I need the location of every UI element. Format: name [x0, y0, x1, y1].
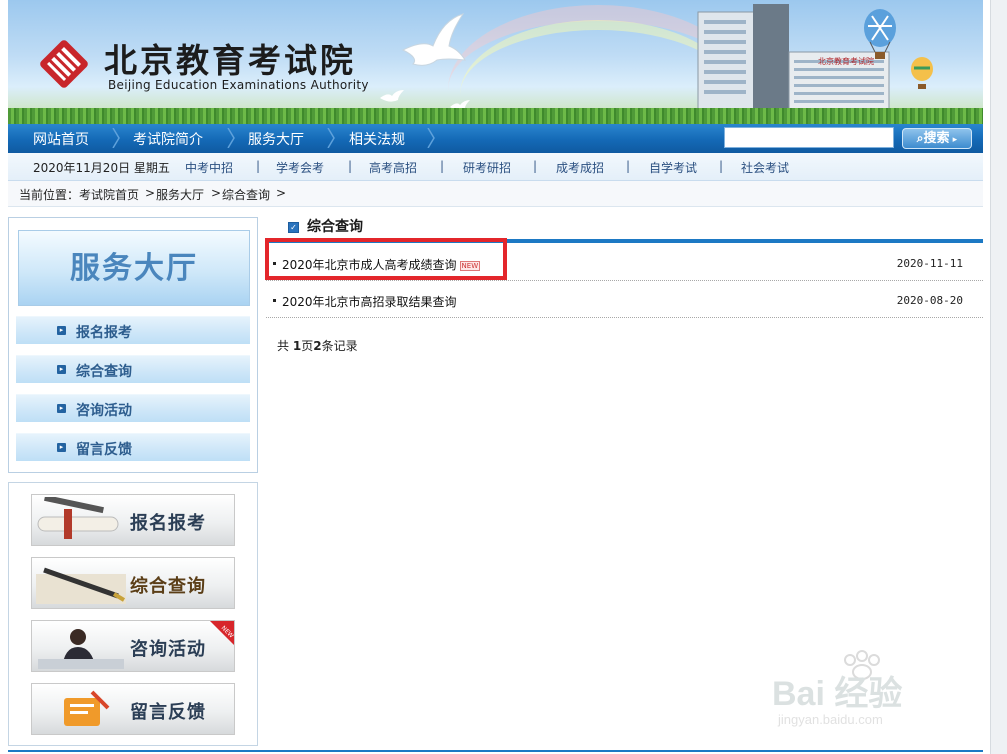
nav-about[interactable]: 考试院简介: [133, 129, 203, 149]
sidebar-item-label: 综合查询: [76, 364, 132, 380]
sidebar-image-links: 报名报考 综合查询 咨询活动 NEW 留言反馈: [8, 482, 258, 746]
list-item-date: 2020-11-11: [896, 257, 963, 270]
subnav-separator: |: [719, 159, 724, 173]
sidebar-item-query[interactable]: ▸ 综合查询: [16, 355, 250, 383]
nav-home[interactable]: 网站首页: [33, 129, 89, 149]
sidebar-item-feedback[interactable]: ▸ 留言反馈: [16, 433, 250, 461]
sub-nav: 2020年11月20日 星期五 中考中招 | 学考会考 | 高考高招 | 研考研…: [8, 153, 983, 181]
image-button-consulting[interactable]: 咨询活动 NEW: [31, 620, 235, 672]
sidebar-item-label: 报名报考: [76, 325, 132, 341]
image-button-label: 综合查询: [130, 576, 206, 597]
subnav-link-shehui[interactable]: 社会考试: [741, 159, 789, 176]
breadcrumb-separator: >: [276, 186, 287, 200]
breadcrumb-item-query[interactable]: 综合查询: [222, 186, 270, 203]
watermark: Bai 经验 jingyan.baidu.com: [770, 650, 970, 740]
nav-separator: [427, 128, 435, 148]
bullet-icon: [273, 299, 276, 302]
section-title: 综合查询: [307, 219, 363, 235]
pen-paper-icon: [36, 567, 126, 604]
current-date: 2020年11月20日 星期五: [33, 161, 170, 175]
subnav-link-zhongkao[interactable]: 中考中招: [185, 159, 233, 176]
chevron-right-icon: ▸: [949, 135, 958, 145]
image-button-registration[interactable]: 报名报考: [31, 494, 235, 546]
new-ribbon-icon: NEW: [210, 621, 234, 645]
watermark-brand: Bai 经验: [772, 675, 903, 713]
site-title-en: Beijing Education Examinations Authority: [108, 78, 369, 92]
logo-icon[interactable]: [40, 40, 88, 88]
highlight-annotation: [265, 238, 507, 280]
breadcrumb-prefix: 当前位置：: [19, 188, 80, 202]
page: 北京教育考试院 Beijing Education Examinations A…: [0, 0, 1007, 754]
list-item-date: 2020-08-20: [896, 294, 963, 307]
search-icon: ⌕: [916, 131, 924, 145]
subnav-separator: |: [440, 159, 445, 173]
pager-prefix: 共: [277, 339, 293, 353]
list-item-link[interactable]: 2020年北京市高招录取结果查询: [282, 293, 457, 310]
subnav-separator: |: [533, 159, 538, 173]
sidebar-item-label: 咨询活动: [76, 403, 132, 419]
image-button-query[interactable]: 综合查询: [31, 557, 235, 609]
balloon-icon: [864, 9, 896, 59]
pagination-info: 共 1页2条记录: [277, 337, 358, 354]
dove-icon: [401, 13, 466, 66]
scrollbar[interactable]: [990, 0, 1007, 754]
pager-suffix: 条记录: [321, 339, 358, 353]
diploma-icon: [37, 497, 119, 539]
subnav-link-yankao[interactable]: 研考研招: [463, 159, 511, 176]
sidebar-title: 服务大厅: [18, 230, 250, 306]
sidebar-item-registration[interactable]: ▸ 报名报考: [16, 316, 250, 344]
main-nav: 网站首页 考试院简介 服务大厅 相关法规 ⌕搜索 ▸: [8, 124, 983, 153]
subnav-link-gaokao[interactable]: 高考高招: [369, 159, 417, 176]
search-button-label: 搜索: [923, 131, 950, 146]
site-banner: 北京教育考试院 Beijing Education Examinations A…: [8, 0, 983, 124]
arrow-right-icon: ▸: [57, 443, 66, 452]
subnav-link-zikao[interactable]: 自学考试: [649, 159, 697, 176]
subnav-link-xuekao[interactable]: 学考会考: [276, 159, 324, 176]
sidebar-item-consulting[interactable]: ▸ 咨询活动: [16, 394, 250, 422]
nav-service-hall[interactable]: 服务大厅: [248, 129, 304, 149]
checkbox-icon: ✓: [288, 222, 299, 233]
image-button-label: 报名报考: [130, 513, 206, 534]
search-button[interactable]: ⌕搜索 ▸: [902, 128, 972, 149]
image-button-feedback[interactable]: 留言反馈: [31, 683, 235, 735]
arrow-right-icon: ▸: [57, 365, 66, 374]
grass-strip: [8, 108, 983, 124]
subnav-separator: |: [626, 159, 631, 173]
pager-pages: 1: [292, 339, 302, 353]
arrow-right-icon: ▸: [57, 404, 66, 413]
person-icon: [38, 629, 124, 669]
pager-count: 2: [313, 339, 322, 353]
breadcrumb-item-home[interactable]: 考试院首页: [79, 186, 139, 203]
image-button-label: 留言反馈: [130, 702, 206, 723]
breadcrumb-item-service-hall[interactable]: 服务大厅: [156, 186, 204, 203]
message-box-icon: [64, 690, 110, 726]
breadcrumb-separator: >: [211, 186, 222, 200]
nav-separator: [112, 128, 120, 148]
site-title-cn[interactable]: 北京教育考试院: [104, 34, 356, 82]
arrow-right-icon: ▸: [57, 326, 66, 335]
sidebar-menu: 服务大厅 ▸ 报名报考 ▸ 综合查询 ▸ 咨询活动 ▸ 留言反馈: [8, 217, 258, 473]
nav-regulations[interactable]: 相关法规: [349, 129, 405, 149]
subnav-separator: |: [348, 159, 353, 173]
breadcrumb: 当前位置： 考试院首页 > 服务大厅 > 综合查询 >: [8, 181, 983, 207]
watermark-url: jingyan.baidu.com: [778, 712, 883, 727]
list-item: 2020年北京市高招录取结果查询 2020-08-20: [266, 282, 983, 318]
subnav-link-chengkao[interactable]: 成考成招: [556, 159, 604, 176]
nav-separator: [227, 128, 235, 148]
image-button-label: 咨询活动: [130, 639, 206, 660]
nav-separator: [327, 128, 335, 148]
pager-mid: 页: [301, 339, 314, 353]
subnav-separator: |: [256, 159, 261, 173]
balloon-icon-small: [911, 57, 933, 89]
sidebar-item-label: 留言反馈: [76, 442, 132, 458]
breadcrumb-separator: >: [145, 186, 156, 200]
search-input[interactable]: [724, 127, 894, 148]
list-item-title[interactable]: 2020年北京市高招录取结果查询: [282, 295, 457, 309]
footer-divider: [8, 750, 983, 752]
